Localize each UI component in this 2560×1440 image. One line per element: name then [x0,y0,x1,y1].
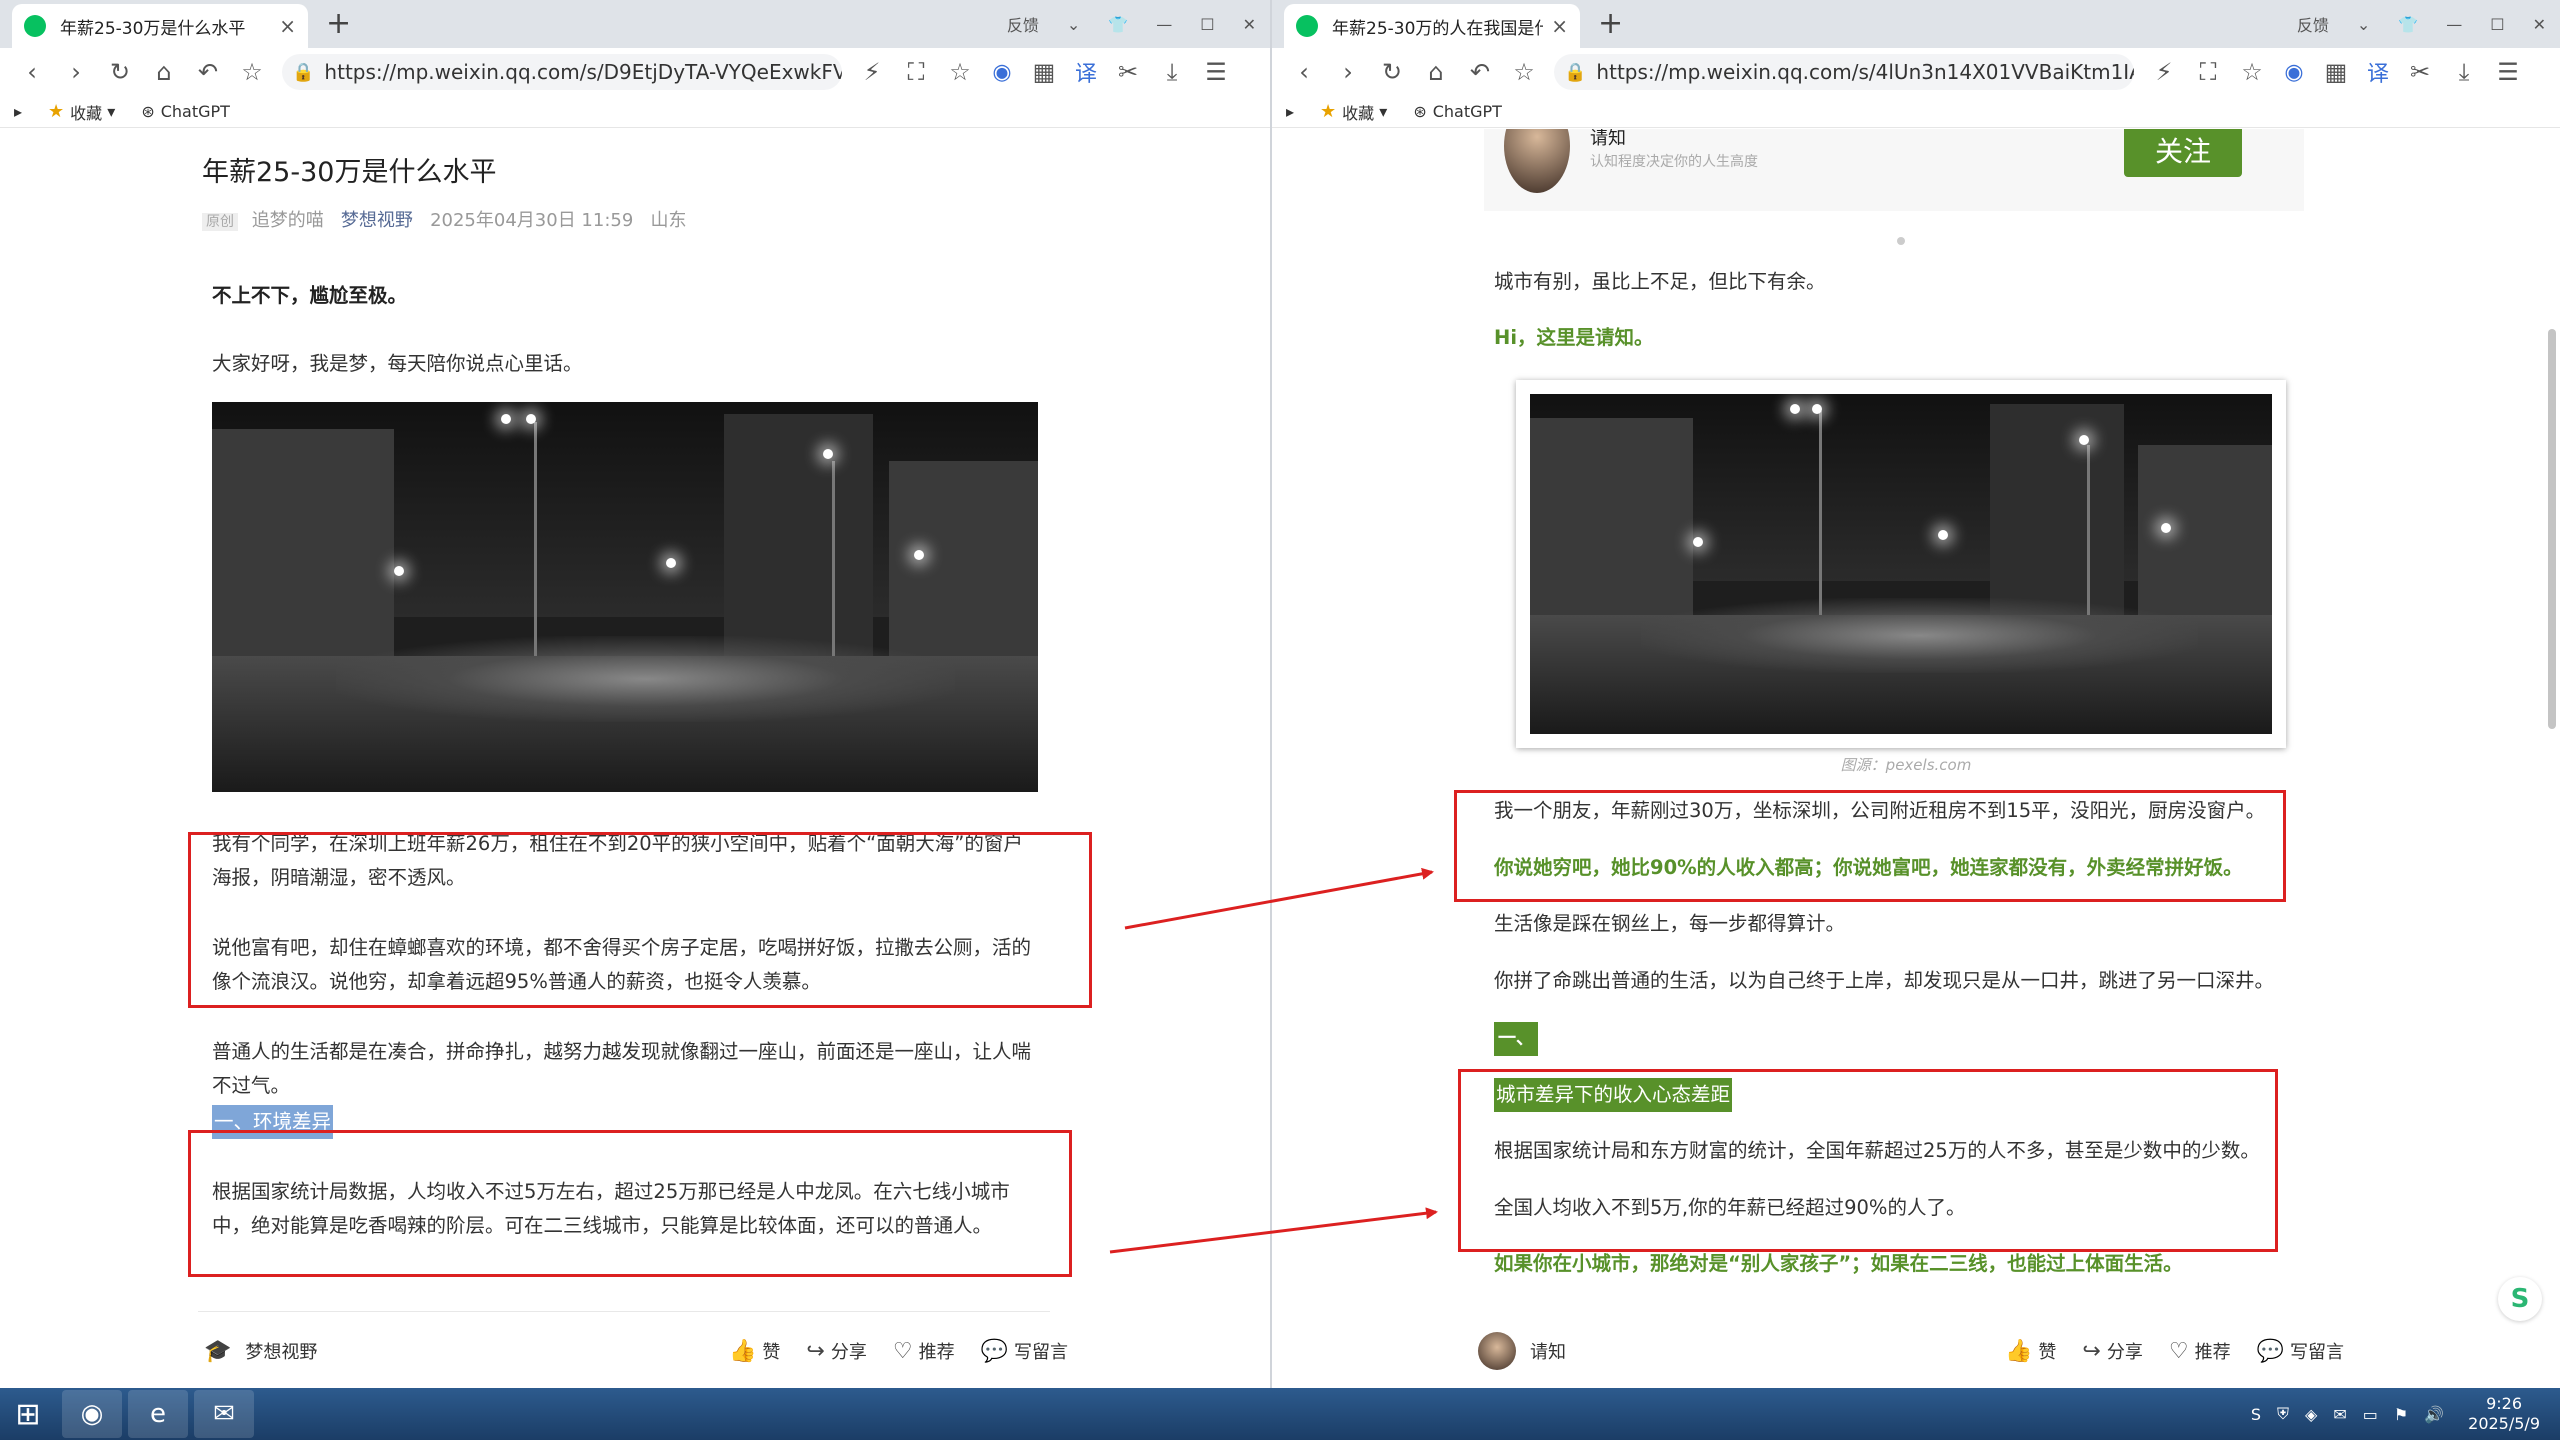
wechat-tray-icon[interactable]: ✉ [2333,1405,2346,1424]
network-icon[interactable]: ▭ [2363,1405,2378,1424]
chrome-taskbar-icon[interactable]: ◉ [62,1390,122,1438]
flag-icon[interactable]: ⚑ [2394,1405,2408,1424]
system-tray: S ⛨ ◈ ✉ ▭ ⚑ 🔊 9:26 2025/5/9 [2243,1388,2540,1440]
start-button[interactable]: ⊞ [0,1388,56,1440]
security-icon[interactable]: ◈ [2305,1405,2317,1424]
arrow-2 [1109,1207,1438,1254]
clock-time: 9:26 [2486,1394,2523,1413]
ie-taskbar-icon[interactable]: e [128,1390,188,1438]
shield-icon[interactable]: ⛨ [2277,1404,2289,1424]
wechat-taskbar-icon[interactable]: ✉ [194,1390,254,1438]
comparison-arrows [1109,867,1438,1254]
speaker-icon[interactable]: 🔊 [2424,1405,2444,1424]
taskbar: ⊞ ◉ e ✉ S ⛨ ◈ ✉ ▭ ⚑ 🔊 9:26 2025/5/9 [0,1388,2560,1440]
input-method-icon[interactable]: S [2251,1405,2261,1424]
clock-date: 2025/5/9 [2468,1414,2540,1433]
clock[interactable]: 9:26 2025/5/9 [2468,1394,2540,1434]
arrow-1 [1124,867,1434,930]
